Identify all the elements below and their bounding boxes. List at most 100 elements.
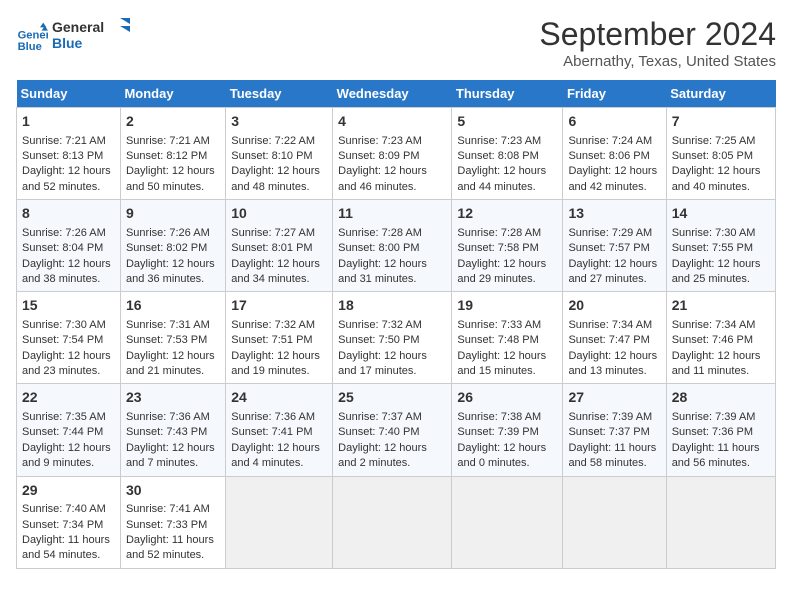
calendar-subtitle: Abernathy, Texas, United States <box>539 53 776 70</box>
daylight-text: Daylight: 12 hours and 29 minutes. <box>457 258 546 285</box>
day-number: 23 <box>126 388 220 408</box>
svg-text:General: General <box>52 19 104 35</box>
sunset-text: Sunset: 8:08 PM <box>457 150 538 162</box>
sunset-text: Sunset: 8:02 PM <box>126 242 207 254</box>
daylight-text: Daylight: 12 hours and 34 minutes. <box>231 258 320 285</box>
day-number: 5 <box>457 112 557 132</box>
sunset-text: Sunset: 7:48 PM <box>457 334 538 346</box>
daylight-text: Daylight: 12 hours and 15 minutes. <box>457 350 546 377</box>
calendar-cell: 15Sunrise: 7:30 AMSunset: 7:54 PMDayligh… <box>17 292 121 384</box>
calendar-cell: 12Sunrise: 7:28 AMSunset: 7:58 PMDayligh… <box>452 200 563 292</box>
sunset-text: Sunset: 7:37 PM <box>568 426 649 438</box>
daylight-text: Daylight: 12 hours and 36 minutes. <box>126 258 215 285</box>
daylight-text: Daylight: 12 hours and 17 minutes. <box>338 350 427 377</box>
sunset-text: Sunset: 7:57 PM <box>568 242 649 254</box>
sunrise-text: Sunrise: 7:28 AM <box>457 227 541 239</box>
daylight-text: Daylight: 12 hours and 9 minutes. <box>22 442 111 469</box>
sunrise-text: Sunrise: 7:25 AM <box>672 135 756 147</box>
day-number: 14 <box>672 204 770 224</box>
sunset-text: Sunset: 7:43 PM <box>126 426 207 438</box>
sunset-text: Sunset: 8:12 PM <box>126 150 207 162</box>
sunrise-text: Sunrise: 7:32 AM <box>338 319 422 331</box>
calendar-cell: 9 Sunrise: 7:26 AM Sunset: 8:02 PM Daylight… <box>120 200 225 292</box>
calendar-cell: 27Sunrise: 7:39 AMSunset: 7:37 PMDayligh… <box>563 384 666 476</box>
day-number: 28 <box>672 388 770 408</box>
day-number: 29 <box>22 481 115 501</box>
calendar-title: September 2024 <box>539 16 776 53</box>
calendar-header-row: SundayMondayTuesdayWednesdayThursdayFrid… <box>17 80 776 108</box>
daylight-text: Daylight: 12 hours and 19 minutes. <box>231 350 320 377</box>
sunrise-text: Sunrise: 7:34 AM <box>568 319 652 331</box>
day-header-thursday: Thursday <box>452 80 563 108</box>
calendar-cell: 8Sunrise: 7:26 AMSunset: 8:04 PMDaylight… <box>17 200 121 292</box>
day-number: 10 <box>231 204 327 224</box>
sunset-text: Sunset: 7:50 PM <box>338 334 419 346</box>
sunset-text: Sunset: 8:13 PM <box>22 150 103 162</box>
calendar-cell: 21Sunrise: 7:34 AMSunset: 7:46 PMDayligh… <box>666 292 775 384</box>
day-number: 6 <box>568 112 660 132</box>
daylight-text: Daylight: 12 hours and 23 minutes. <box>22 350 111 377</box>
day-number: 9 <box>126 204 220 224</box>
sunset-text: Sunset: 7:36 PM <box>672 426 753 438</box>
sunrise-text: Sunrise: 7:41 AM <box>126 503 210 515</box>
calendar-table: SundayMondayTuesdayWednesdayThursdayFrid… <box>16 80 776 569</box>
day-header-saturday: Saturday <box>666 80 775 108</box>
sunrise-text: Sunrise: 7:21 AM <box>22 135 106 147</box>
title-section: September 2024 Abernathy, Texas, United … <box>539 16 776 70</box>
sunrise-text: Sunrise: 7:30 AM <box>672 227 756 239</box>
sunrise-text: Sunrise: 7:35 AM <box>22 411 106 423</box>
daylight-text: Daylight: 11 hours and 52 minutes. <box>126 534 214 561</box>
sunrise-text: Sunrise: 7:24 AM <box>568 135 652 147</box>
day-number: 12 <box>457 204 557 224</box>
sunrise-text: Sunrise: 7:39 AM <box>568 411 652 423</box>
sunset-text: Sunset: 7:54 PM <box>22 334 103 346</box>
sunset-text: Sunset: 7:41 PM <box>231 426 312 438</box>
sunrise-text: Sunrise: 7:26 AM <box>22 227 106 239</box>
day-header-tuesday: Tuesday <box>226 80 333 108</box>
daylight-text: Daylight: 12 hours and 52 minutes. <box>22 165 111 192</box>
calendar-cell: 4Sunrise: 7:23 AMSunset: 8:09 PMDaylight… <box>333 108 452 200</box>
calendar-cell <box>333 476 452 568</box>
sunrise-text: Sunrise: 7:23 AM <box>338 135 422 147</box>
page-header: General Blue General Blue September 2024… <box>16 16 776 70</box>
day-number: 27 <box>568 388 660 408</box>
daylight-text: Daylight: 12 hours and 48 minutes. <box>231 165 320 192</box>
calendar-cell: 11Sunrise: 7:28 AMSunset: 8:00 PMDayligh… <box>333 200 452 292</box>
calendar-body: 1Sunrise: 7:21 AMSunset: 8:13 PMDaylight… <box>17 108 776 569</box>
daylight-text: Daylight: 12 hours and 25 minutes. <box>672 258 761 285</box>
sunrise-text: Sunrise: 7:31 AM <box>126 319 210 331</box>
day-header-monday: Monday <box>120 80 225 108</box>
daylight-text: Daylight: 12 hours and 44 minutes. <box>457 165 546 192</box>
calendar-cell: 7Sunrise: 7:25 AMSunset: 8:05 PMDaylight… <box>666 108 775 200</box>
logo-icon: General Blue <box>16 21 48 53</box>
day-number: 3 <box>231 112 327 132</box>
sunset-text: Sunset: 7:55 PM <box>672 242 753 254</box>
sunset-text: Sunset: 8:00 PM <box>338 242 419 254</box>
svg-text:General: General <box>18 29 48 41</box>
day-number: 2 <box>126 112 220 132</box>
sunset-text: Sunset: 8:09 PM <box>338 150 419 162</box>
sunset-text: Sunset: 7:33 PM <box>126 519 207 531</box>
sunset-text: Sunset: 8:04 PM <box>22 242 103 254</box>
week-row-3: 15Sunrise: 7:30 AMSunset: 7:54 PMDayligh… <box>17 292 776 384</box>
calendar-cell: 2Sunrise: 7:21 AMSunset: 8:12 PMDaylight… <box>120 108 225 200</box>
sunrise-text: Sunrise: 7:22 AM <box>231 135 315 147</box>
calendar-cell: 6Sunrise: 7:24 AMSunset: 8:06 PMDaylight… <box>563 108 666 200</box>
calendar-cell: 22Sunrise: 7:35 AMSunset: 7:44 PMDayligh… <box>17 384 121 476</box>
daylight-text: Daylight: 12 hours and 27 minutes. <box>568 258 657 285</box>
daylight-text: Daylight: 12 hours and 31 minutes. <box>338 258 427 285</box>
calendar-cell: 10Sunrise: 7:27 AMSunset: 8:01 PMDayligh… <box>226 200 333 292</box>
calendar-cell: 13Sunrise: 7:29 AMSunset: 7:57 PMDayligh… <box>563 200 666 292</box>
calendar-cell: 18Sunrise: 7:32 AMSunset: 7:50 PMDayligh… <box>333 292 452 384</box>
sunrise-text: Sunrise: 7:36 AM <box>231 411 315 423</box>
sunset-text: Sunset: 8:05 PM <box>672 150 753 162</box>
sunrise-text: Sunrise: 7:27 AM <box>231 227 315 239</box>
daylight-text: Daylight: 11 hours and 54 minutes. <box>22 534 110 561</box>
calendar-cell <box>226 476 333 568</box>
sunrise-text: Sunrise: 7:26 AM <box>126 227 210 239</box>
day-number: 19 <box>457 296 557 316</box>
calendar-cell <box>452 476 563 568</box>
sunset-text: Sunset: 7:46 PM <box>672 334 753 346</box>
day-header-sunday: Sunday <box>17 80 121 108</box>
calendar-cell: 20Sunrise: 7:34 AMSunset: 7:47 PMDayligh… <box>563 292 666 384</box>
